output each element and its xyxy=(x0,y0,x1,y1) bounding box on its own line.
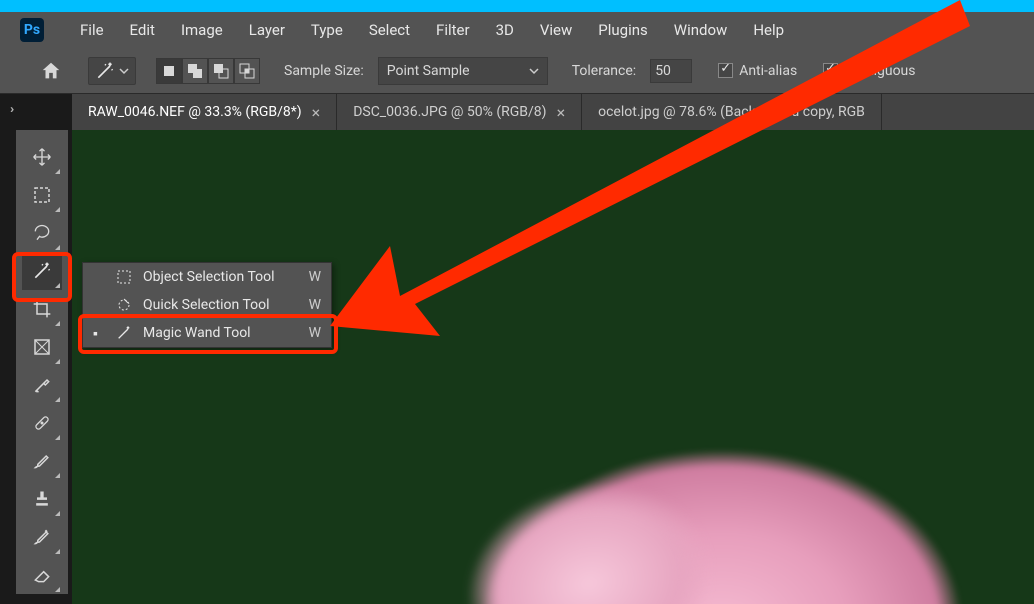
crop-tool[interactable] xyxy=(22,290,62,328)
magic-wand-icon xyxy=(115,325,133,341)
menu-plugins[interactable]: Plugins xyxy=(598,21,647,39)
flyout-item-shortcut: W xyxy=(309,269,321,285)
document-tab-label: RAW_0046.NEF @ 33.3% (RGB/8*) xyxy=(88,104,302,120)
magic-wand-icon xyxy=(32,261,52,281)
menu-layer[interactable]: Layer xyxy=(249,21,285,39)
frame-icon xyxy=(33,338,51,356)
menu-file[interactable]: File xyxy=(80,21,104,39)
brush-tool[interactable] xyxy=(22,442,62,480)
document-tab-label: DSC_0036.JPG @ 50% (RGB/8) xyxy=(353,104,546,120)
anti-alias-label: Anti-alias xyxy=(739,63,797,79)
history-brush-tool[interactable] xyxy=(22,518,62,556)
sample-size-label: Sample Size: xyxy=(284,63,364,79)
chevron-down-icon xyxy=(119,66,129,76)
magic-wand-icon xyxy=(95,61,115,81)
flyout-item-shortcut: W xyxy=(309,297,321,313)
selection-add-button[interactable] xyxy=(182,58,208,84)
selection-new-button[interactable] xyxy=(156,58,182,84)
canvas[interactable] xyxy=(72,130,1034,604)
contiguous-checkbox[interactable]: Contiguous xyxy=(823,63,915,79)
history-brush-icon xyxy=(32,527,52,547)
flyout-item-quick-selection[interactable]: Quick Selection Tool W xyxy=(83,291,331,319)
chevron-down-icon xyxy=(529,66,539,76)
lasso-tool[interactable] xyxy=(22,214,62,252)
eyedropper-icon xyxy=(32,375,52,395)
menu-3d[interactable]: 3D xyxy=(496,21,514,39)
brush-icon xyxy=(32,451,52,471)
lasso-icon xyxy=(32,223,52,243)
sample-size-value: Point Sample xyxy=(387,63,470,79)
menu-window[interactable]: Window xyxy=(674,21,728,39)
eraser-tool[interactable] xyxy=(22,556,62,594)
options-bar: Sample Size: Point Sample Tolerance: Ant… xyxy=(0,48,1034,94)
tool-flyout-menu: Object Selection Tool W Quick Selection … xyxy=(82,262,332,348)
close-icon[interactable]: × xyxy=(312,103,321,122)
home-icon xyxy=(40,60,62,82)
document-tab-label: ocelot.jpg @ 78.6% (Background copy, RGB xyxy=(598,104,865,120)
document-tab-bar: RAW_0046.NEF @ 33.3% (RGB/8*) × DSC_0036… xyxy=(72,94,1034,130)
stamp-icon xyxy=(32,489,52,509)
document-tab[interactable]: ocelot.jpg @ 78.6% (Background copy, RGB xyxy=(582,94,882,130)
menu-image[interactable]: Image xyxy=(181,21,223,39)
menu-view[interactable]: View xyxy=(540,21,572,39)
marquee-tool[interactable] xyxy=(22,176,62,214)
home-button[interactable] xyxy=(34,54,68,88)
flyout-item-shortcut: W xyxy=(309,325,321,341)
crop-icon xyxy=(32,299,52,319)
anti-alias-checkbox[interactable]: Anti-alias xyxy=(718,63,797,79)
tolerance-input[interactable] xyxy=(650,59,692,83)
quick-selection-icon xyxy=(115,297,133,313)
menu-help[interactable]: Help xyxy=(753,21,784,39)
current-tool-indicator[interactable] xyxy=(88,57,136,85)
clone-stamp-tool[interactable] xyxy=(22,480,62,518)
eyedropper-tool[interactable] xyxy=(22,366,62,404)
tool-panel xyxy=(16,130,68,594)
close-icon[interactable]: × xyxy=(557,103,566,122)
menu-type[interactable]: Type xyxy=(311,21,343,39)
app-logo[interactable]: Ps xyxy=(20,18,44,42)
document-tab[interactable]: RAW_0046.NEF @ 33.3% (RGB/8*) × xyxy=(72,94,337,130)
frame-tool[interactable] xyxy=(22,328,62,366)
move-icon xyxy=(32,147,52,167)
flyout-item-object-selection[interactable]: Object Selection Tool W xyxy=(83,263,331,291)
flyout-item-label: Object Selection Tool xyxy=(143,269,299,285)
menu-filter[interactable]: Filter xyxy=(436,21,470,39)
menu-bar: Ps File Edit Image Layer Type Select Fil… xyxy=(0,12,1034,48)
checkbox-icon xyxy=(823,63,838,78)
square-icon xyxy=(162,64,176,78)
selection-intersect-button[interactable] xyxy=(234,58,260,84)
menu-edit[interactable]: Edit xyxy=(130,21,155,39)
contiguous-label: Contiguous xyxy=(844,63,915,79)
flyout-item-magic-wand[interactable]: ▪ Magic Wand Tool W xyxy=(83,319,331,347)
magic-wand-tool[interactable] xyxy=(22,252,62,290)
window-titlebar xyxy=(0,0,1034,12)
document-tab[interactable]: DSC_0036.JPG @ 50% (RGB/8) × xyxy=(337,94,582,130)
checkbox-icon xyxy=(718,63,733,78)
sample-size-select[interactable]: Point Sample xyxy=(378,57,548,85)
selection-subtract-button[interactable] xyxy=(208,58,234,84)
marquee-icon xyxy=(33,186,51,204)
move-tool[interactable] xyxy=(22,138,62,176)
add-squares-icon xyxy=(187,63,203,79)
bandage-icon xyxy=(32,413,52,433)
menu-select[interactable]: Select xyxy=(369,21,410,39)
intersect-squares-icon xyxy=(239,63,255,79)
tolerance-label: Tolerance: xyxy=(572,63,636,79)
selection-mode-group xyxy=(156,58,260,84)
healing-brush-tool[interactable] xyxy=(22,404,62,442)
selected-mark: ▪ xyxy=(93,325,105,342)
flyout-item-label: Quick Selection Tool xyxy=(143,297,299,313)
object-selection-icon xyxy=(115,269,133,285)
eraser-icon xyxy=(32,565,52,585)
subtract-squares-icon xyxy=(213,63,229,79)
flyout-item-label: Magic Wand Tool xyxy=(143,325,299,341)
